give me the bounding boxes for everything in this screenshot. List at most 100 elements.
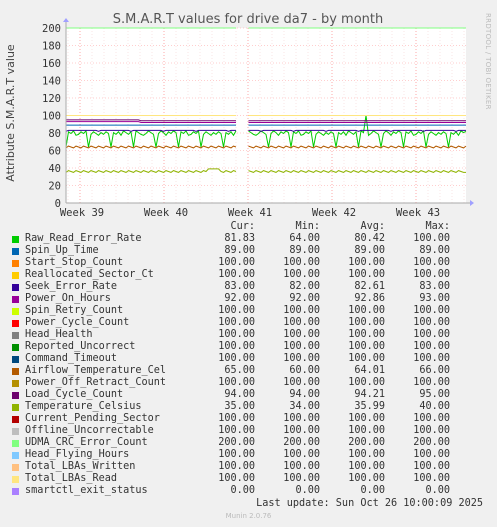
legend-name: Power_Off_Retract_Count (25, 377, 167, 388)
legend-max: 100.00 (413, 473, 450, 484)
legend-avg: 100.00 (348, 473, 385, 484)
legend-max: 95.00 (419, 389, 450, 400)
legend-max: 66.00 (419, 365, 450, 376)
legend-max: 100.00 (413, 257, 450, 268)
legend-avg: 89.00 (354, 245, 385, 256)
legend-name: Offline_Uncorrectable (25, 425, 154, 436)
legend-cur: 100.00 (218, 425, 255, 436)
legend-swatch (12, 331, 19, 339)
legend-max: 89.00 (419, 245, 450, 256)
legend-cur: 100.00 (218, 269, 255, 280)
y-tick-label: 60 (48, 146, 61, 158)
legend-cur: 81.83 (224, 233, 255, 244)
legend-max: 83.00 (419, 281, 450, 292)
legend-max: 100.00 (413, 425, 450, 436)
legend-cur: 35.00 (224, 401, 255, 412)
legend-avg: 0.00 (360, 485, 385, 496)
legend-swatch (12, 391, 19, 399)
legend-cur: 100.00 (218, 317, 255, 328)
legend-swatch (12, 271, 19, 279)
legend-cur: 100.00 (218, 449, 255, 460)
legend-cur: 200.00 (218, 437, 255, 448)
legend-name: Command_Timeout (25, 353, 118, 364)
legend-max: 100.00 (413, 317, 450, 328)
legend-row-reallocated-sector-ct: Reallocated_Sector_Ct 100.00 100.00 100.00 1… (12, 269, 490, 281)
legend-name: Reallocated_Sector_Ct (25, 269, 154, 280)
legend-avg: 100.00 (348, 257, 385, 268)
legend-swatch (12, 247, 19, 255)
legend-row-power-off-retract-count: Power_Off_Retract_Count 100.00 100.00 100.0… (12, 377, 490, 389)
legend-swatch (12, 283, 19, 291)
legend-min: 94.00 (289, 389, 320, 400)
legend-swatch (12, 379, 19, 387)
legend-row-head-flying-hours: Head_Flying_Hours 100.00 100.00 100.00 100.0… (12, 449, 490, 461)
legend-name: Total_LBAs_Read (25, 473, 118, 484)
x-tick-label: Week 41 (228, 207, 272, 219)
legend-swatch (12, 319, 19, 327)
legend-avg: 100.00 (348, 317, 385, 328)
legend-min: 100.00 (283, 341, 320, 352)
legend-swatch (12, 343, 19, 351)
legend: Cur: Min: Avg: Max: Raw_Read_Error_Rate 8… (12, 221, 490, 497)
legend-name: Head_Flying_Hours (25, 449, 130, 460)
legend-cur: 100.00 (218, 377, 255, 388)
legend-avg: 200.00 (348, 437, 385, 448)
legend-max: 40.00 (419, 401, 450, 412)
legend-name: smartctl_exit_status (25, 485, 148, 496)
legend-swatch (12, 259, 19, 267)
legend-avg: 94.21 (354, 389, 385, 400)
legend-min: 100.00 (283, 461, 320, 472)
legend-cur: 100.00 (218, 329, 255, 340)
legend-name: Spin_Up_Time (25, 245, 99, 256)
legend-min: 200.00 (283, 437, 320, 448)
legend-swatch (12, 463, 19, 471)
y-tick-label: 180 (42, 41, 61, 53)
legend-swatch (12, 475, 19, 483)
legend-swatch (12, 427, 19, 435)
legend-name: Reported_Uncorrect (25, 341, 136, 352)
legend-min: 100.00 (283, 353, 320, 364)
x-tick-label: Week 42 (312, 207, 356, 219)
legend-max: 100.00 (413, 341, 450, 352)
legend-min: 60.00 (289, 365, 320, 376)
legend-row-start-stop-count: Start_Stop_Count 100.00 100.00 100.00 100.00 (12, 257, 490, 269)
legend-max: 100.00 (413, 413, 450, 424)
legend-row-smartctl-exit-status: smartctl_exit_status 0.00 0.00 0.00 0.00 (12, 485, 490, 497)
legend-row-raw-read-error-rate: Raw_Read_Error_Rate 81.83 64.00 80.42 100.00 (12, 233, 490, 245)
y-axis-label: Attribute S.M.A.R.T value (4, 44, 17, 182)
legend-avg: 100.00 (348, 377, 385, 388)
legend-avg: 35.99 (354, 401, 385, 412)
legend-row-seek-error-rate: Seek_Error_Rate 83.00 82.00 82.61 83.00 (12, 281, 490, 293)
legend-max: 100.00 (413, 305, 450, 316)
legend-swatch (12, 451, 19, 459)
legend-name: Power_Cycle_Count (25, 317, 130, 328)
legend-row-spin-retry-count: Spin_Retry_Count 100.00 100.00 100.00 100.00 (12, 305, 490, 317)
legend-header-cur: Cur: (230, 221, 255, 232)
legend-row-airflow-temperature-cel: Airflow_Temperature_Cel 65.00 60.00 64.01 66… (12, 365, 490, 377)
legend-header: Cur: Min: Avg: Max: (12, 221, 490, 233)
legend-name: Head_Health (25, 329, 93, 340)
legend-max: 100.00 (413, 353, 450, 364)
legend-min: 100.00 (283, 329, 320, 340)
legend-swatch (12, 487, 19, 495)
legend-max: 0.00 (425, 485, 450, 496)
legend-min: 100.00 (283, 473, 320, 484)
legend-max: 100.00 (413, 461, 450, 472)
legend-swatch (12, 355, 19, 363)
legend-avg: 80.42 (354, 233, 385, 244)
legend-min: 89.00 (289, 245, 320, 256)
munin-version: Munin 2.0.76 (225, 512, 272, 520)
legend-header-avg: Avg: (360, 221, 385, 232)
legend-min: 100.00 (283, 449, 320, 460)
legend-cur: 65.00 (224, 365, 255, 376)
legend-avg: 92.86 (354, 293, 385, 304)
legend-row-temperature-celsius: Temperature_Celsius 35.00 34.00 35.99 40.00 (12, 401, 490, 413)
legend-avg: 100.00 (348, 305, 385, 316)
legend-name: UDMA_CRC_Error_Count (25, 437, 148, 448)
legend-min: 100.00 (283, 305, 320, 316)
legend-swatch (12, 307, 19, 315)
legend-row-power-on-hours: Power_On_Hours 92.00 92.00 92.86 93.00 (12, 293, 490, 305)
legend-swatch (12, 235, 19, 243)
legend-row-head-health: Head_Health 100.00 100.00 100.00 100.00 (12, 329, 490, 341)
legend-cur: 94.00 (224, 389, 255, 400)
